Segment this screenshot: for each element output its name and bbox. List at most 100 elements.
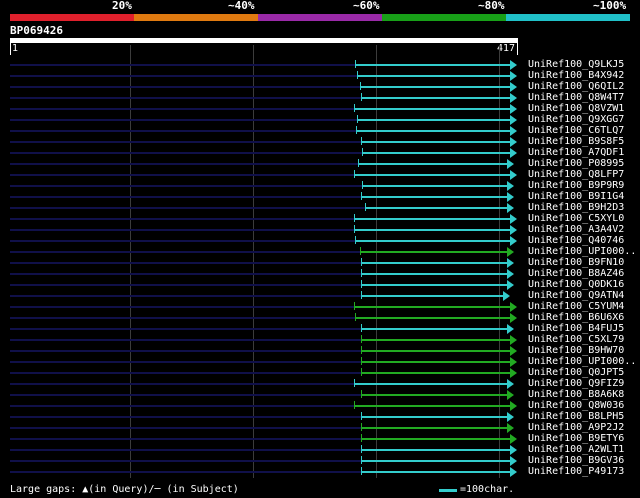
query-end: 417 — [497, 43, 518, 55]
hit-arrow-icon — [510, 302, 517, 312]
hit-alignment-bar[interactable] — [357, 75, 510, 77]
hit-label[interactable]: UniRef100_B8AZ46 — [528, 268, 624, 279]
hit-label[interactable]: UniRef100_C5YUM4 — [528, 301, 624, 312]
hit-row-track — [10, 207, 365, 209]
hit-arrow-icon — [510, 126, 517, 136]
hit-alignment-bar[interactable] — [354, 306, 510, 308]
hit-label[interactable]: UniRef100_C6TLQ7 — [528, 125, 624, 136]
hit-row-track — [10, 108, 354, 110]
hit-alignment-bar[interactable] — [361, 328, 507, 330]
hit-alignment-bar[interactable] — [356, 130, 510, 132]
hit-alignment-bar[interactable] — [361, 471, 510, 473]
hit-label[interactable]: UniRef100_Q8LFP7 — [528, 169, 624, 180]
hit-label[interactable]: UniRef100_B4X942 — [528, 70, 624, 81]
hit-label[interactable]: UniRef100_A3A4V2 — [528, 224, 624, 235]
hit-alignment-bar[interactable] — [361, 460, 510, 462]
hit-row-track — [10, 141, 361, 143]
hit-label[interactable]: UniRef100_B9HW70 — [528, 345, 624, 356]
hit-label[interactable]: UniRef100_B9GV36 — [528, 455, 624, 466]
hit-alignment-bar[interactable] — [362, 152, 510, 154]
hit-label[interactable]: UniRef100_B9ETY6 — [528, 433, 624, 444]
hit-alignment-bar[interactable] — [361, 295, 503, 297]
hit-label[interactable]: UniRef100_B6U6X6 — [528, 312, 624, 323]
hit-label[interactable]: UniRef100_B8LPH5 — [528, 411, 624, 422]
hit-arrow-icon — [510, 137, 517, 147]
hit-alignment-bar[interactable] — [361, 416, 507, 418]
hit-label[interactable]: UniRef100_B8A6K8 — [528, 389, 624, 400]
hit-alignment-bar[interactable] — [354, 229, 510, 231]
hit-alignment-bar[interactable] — [360, 86, 510, 88]
hit-label[interactable]: UniRef100_Q6QIL2 — [528, 81, 624, 92]
hit-label[interactable]: UniRef100_UPI000.. — [528, 356, 636, 367]
hit-label[interactable]: UniRef100_Q9FIZ9 — [528, 378, 624, 389]
hit-label[interactable]: UniRef100_B9S8F5 — [528, 136, 624, 147]
hit-label[interactable]: UniRef100_Q8VZW1 — [528, 103, 624, 114]
hit-arrow-icon — [510, 467, 517, 477]
percent-label-60: ~60% — [353, 0, 380, 12]
hit-alignment-bar[interactable] — [361, 427, 507, 429]
hit-alignment-bar[interactable] — [354, 383, 507, 385]
hit-label[interactable]: UniRef100_Q9XGG7 — [528, 114, 624, 125]
hit-alignment-bar[interactable] — [361, 196, 507, 198]
hit-alignment-bar[interactable] — [361, 141, 510, 143]
hit-label[interactable]: UniRef100_Q8W4T7 — [528, 92, 624, 103]
hit-alignment-bar[interactable] — [361, 361, 510, 363]
percent-label-40: ~40% — [228, 0, 255, 12]
hit-label[interactable]: UniRef100_B9FN10 — [528, 257, 624, 268]
hit-alignment-bar[interactable] — [354, 218, 510, 220]
hit-row-track — [10, 372, 361, 374]
hit-label[interactable]: UniRef100_A7QDF1 — [528, 147, 624, 158]
hit-alignment-bar[interactable] — [354, 108, 510, 110]
hit-alignment-bar[interactable] — [354, 174, 510, 176]
hit-label[interactable]: UniRef100_Q9ATN4 — [528, 290, 624, 301]
hit-row-track — [10, 196, 361, 198]
hit-alignment-bar[interactable] — [361, 449, 510, 451]
hit-label[interactable]: UniRef100_B9P9R9 — [528, 180, 624, 191]
hit-label[interactable]: UniRef100_P08995 — [528, 158, 624, 169]
hit-label[interactable]: UniRef100_UPI000.. — [528, 246, 636, 257]
hit-row-track — [10, 350, 361, 352]
hit-alignment-bar[interactable] — [354, 405, 510, 407]
hit-alignment-bar[interactable] — [365, 207, 507, 209]
hit-alignment-bar[interactable] — [361, 97, 510, 99]
hit-alignment-bar[interactable] — [361, 284, 507, 286]
hit-alignment-bar[interactable] — [361, 372, 510, 374]
hit-alignment-bar[interactable] — [360, 251, 507, 253]
hit-alignment-bar[interactable] — [361, 350, 510, 352]
hit-alignment-bar[interactable] — [355, 64, 510, 66]
hit-row-track — [10, 262, 361, 264]
scale-legend-text: =100char. — [460, 484, 515, 495]
hit-alignment-bar[interactable] — [357, 119, 510, 121]
hit-row-track — [10, 328, 361, 330]
hit-label[interactable]: UniRef100_Q0DK16 — [528, 279, 624, 290]
hit-alignment-bar[interactable] — [361, 339, 510, 341]
hit-label[interactable]: UniRef100_Q40746 — [528, 235, 624, 246]
hit-row-track — [10, 317, 355, 319]
hit-alignment-bar[interactable] — [355, 240, 510, 242]
hit-label[interactable]: UniRef100_B9I1G4 — [528, 191, 624, 202]
hit-label[interactable]: UniRef100_A9P2J2 — [528, 422, 624, 433]
hit-label[interactable]: UniRef100_C5XL79 — [528, 334, 624, 345]
hit-label[interactable]: UniRef100_C5XYL0 — [528, 213, 624, 224]
hit-alignment-bar[interactable] — [361, 262, 507, 264]
hit-arrow-icon — [510, 104, 517, 114]
hit-row-track — [10, 273, 361, 275]
hit-alignment-bar[interactable] — [355, 317, 510, 319]
hit-label[interactable]: UniRef100_Q9LKJ5 — [528, 59, 624, 70]
hit-row-track — [10, 86, 360, 88]
hit-label[interactable]: UniRef100_B4FUJ5 — [528, 323, 624, 334]
hit-arrow-icon — [510, 368, 517, 378]
hit-label[interactable]: UniRef100_Q0JPT5 — [528, 367, 624, 378]
hit-alignment-bar[interactable] — [361, 273, 507, 275]
hit-alignment-bar[interactable] — [361, 438, 510, 440]
hit-alignment-bar[interactable] — [361, 394, 507, 396]
query-scale: 1 417 — [10, 43, 518, 55]
hit-label[interactable]: UniRef100_A2WLT1 — [528, 444, 624, 455]
hit-label[interactable]: UniRef100_P49173 — [528, 466, 624, 477]
hit-alignment-bar[interactable] — [362, 185, 507, 187]
hit-label[interactable]: UniRef100_Q8W036 — [528, 400, 624, 411]
hit-arrow-icon — [507, 423, 514, 433]
hit-label[interactable]: UniRef100_B9H2D3 — [528, 202, 624, 213]
gaps-legend: Large gaps: ▲(in Query)/─ (in Subject) — [10, 484, 239, 495]
hit-alignment-bar[interactable] — [358, 163, 507, 165]
